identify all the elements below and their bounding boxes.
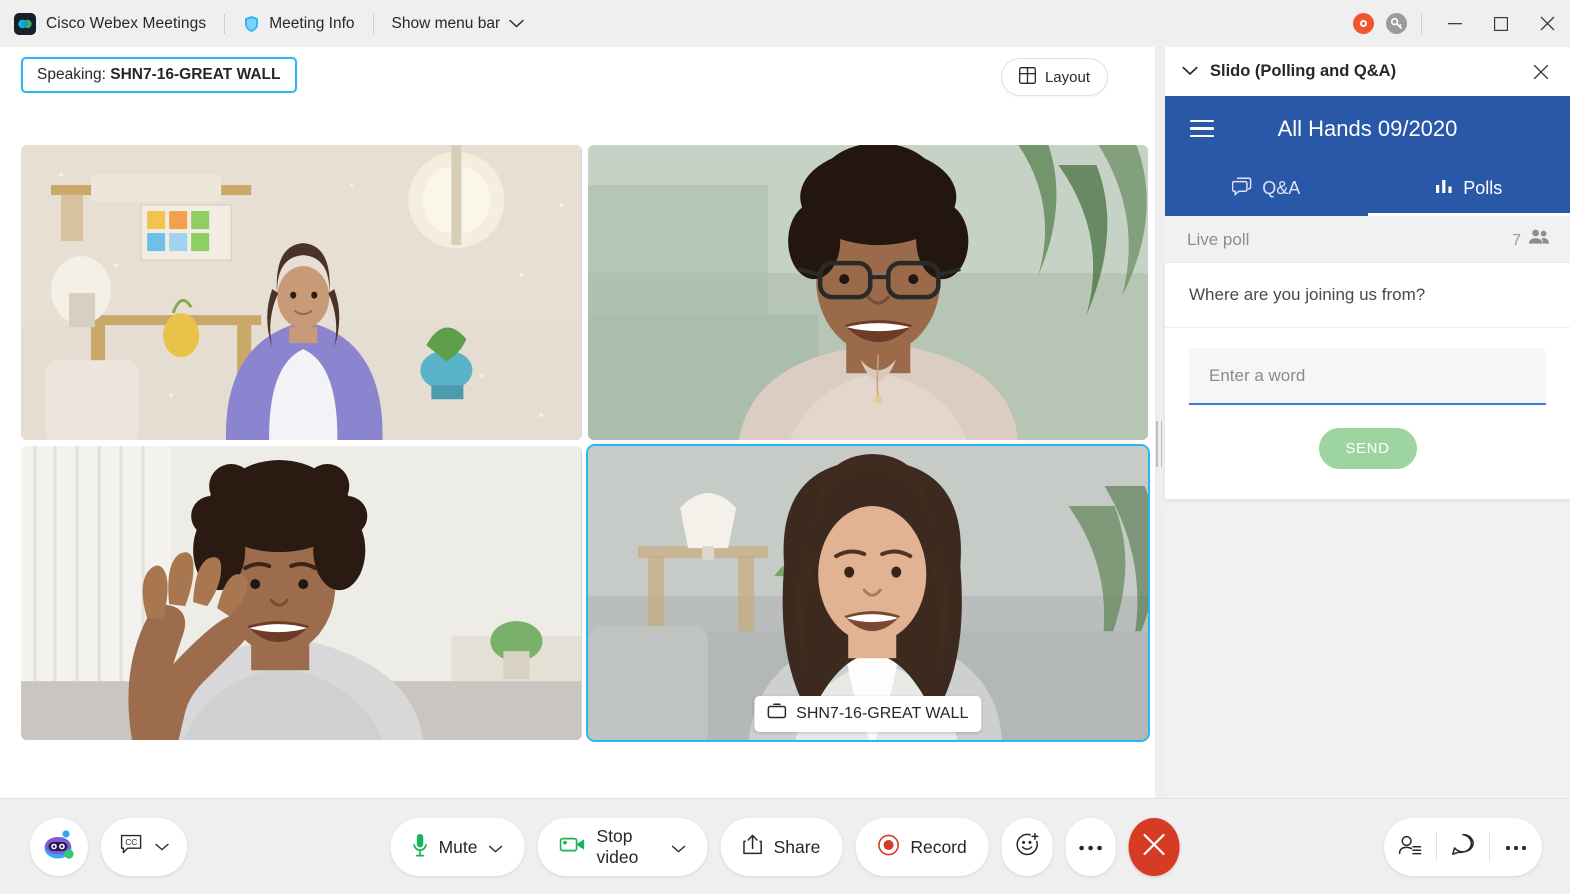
slido-event-bar: All Hands 09/2020 bbox=[1165, 96, 1570, 161]
more-horizontal-icon bbox=[1505, 838, 1527, 856]
slido-panel-header: Slido (Polling and Q&A) bbox=[1165, 47, 1570, 96]
live-poll-row: Live poll 7 bbox=[1165, 216, 1570, 263]
mute-button[interactable]: Mute bbox=[390, 818, 525, 876]
slido-event-title: All Hands 09/2020 bbox=[1277, 115, 1458, 141]
share-button[interactable]: Share bbox=[720, 818, 843, 876]
show-menu-bar-button[interactable]: Show menu bar bbox=[392, 15, 525, 33]
panel-toggle-group bbox=[1384, 818, 1542, 876]
meeting-controls-toolbar: CC Mute Stop video Share Record bbox=[0, 798, 1570, 894]
slido-branded-bar: All Hands 09/2020 Q&A Polls bbox=[1165, 96, 1570, 216]
maximize-button[interactable] bbox=[1478, 0, 1524, 47]
record-circle-icon bbox=[877, 834, 899, 861]
closed-captions-button[interactable]: CC bbox=[101, 818, 187, 876]
chevron-down-icon bbox=[509, 19, 524, 28]
stop-video-button[interactable]: Stop video bbox=[537, 818, 708, 876]
participants-icon bbox=[1398, 834, 1422, 861]
end-call-button[interactable] bbox=[1128, 818, 1180, 876]
meeting-info-button[interactable]: Meeting Info bbox=[243, 14, 355, 33]
reactions-button[interactable] bbox=[1001, 818, 1053, 876]
chat-bubble-icon bbox=[1451, 833, 1475, 861]
record-button-label: Record bbox=[910, 836, 967, 857]
tab-qa[interactable]: Q&A bbox=[1165, 161, 1368, 216]
title-divider-1 bbox=[224, 13, 226, 34]
poll-bars-icon bbox=[1435, 178, 1453, 200]
webex-meeting-window: Cisco Webex Meetings Meeting Info Show m… bbox=[0, 0, 1570, 894]
toolbar-left-group: CC bbox=[30, 818, 187, 876]
webex-logo-icon bbox=[14, 12, 36, 35]
share-button-label: Share bbox=[773, 836, 821, 857]
microphone-icon bbox=[413, 833, 428, 862]
stop-video-button-label: Stop video bbox=[596, 826, 639, 867]
mute-button-label: Mute bbox=[438, 836, 478, 857]
toolbar-center-group: Mute Stop video Share Record bbox=[390, 818, 1180, 876]
poll-send-button[interactable]: SEND bbox=[1318, 428, 1417, 469]
meeting-info-label: Meeting Info bbox=[269, 14, 355, 32]
more-options-button[interactable] bbox=[1065, 818, 1116, 876]
minimize-button[interactable] bbox=[1432, 0, 1478, 47]
close-icon[interactable] bbox=[1528, 59, 1554, 85]
record-button[interactable]: Record bbox=[855, 818, 989, 876]
title-divider-3 bbox=[1421, 13, 1422, 34]
slido-panel: Slido (Polling and Q&A) All Hands 09/202… bbox=[1165, 47, 1570, 798]
record-indicator-icon[interactable] bbox=[1353, 13, 1374, 34]
app-title: Cisco Webex Meetings bbox=[46, 14, 207, 32]
chevron-down-icon[interactable] bbox=[671, 837, 686, 858]
poll-card: Where are you joining us from? SEND bbox=[1165, 263, 1570, 499]
title-bar: Cisco Webex Meetings Meeting Info Show m… bbox=[0, 0, 1570, 47]
poll-answer-area: SEND bbox=[1165, 328, 1570, 499]
participant-count-group: 7 bbox=[1512, 229, 1550, 250]
more-horizontal-icon bbox=[1079, 838, 1103, 856]
toolbar-right-group bbox=[1384, 818, 1542, 876]
chevron-down-icon[interactable] bbox=[488, 837, 503, 858]
close-button[interactable] bbox=[1524, 0, 1570, 47]
title-bar-right bbox=[1353, 0, 1570, 47]
smiley-plus-icon bbox=[1015, 832, 1040, 862]
chevron-down-icon bbox=[154, 838, 169, 856]
chevron-down-icon[interactable] bbox=[1182, 63, 1198, 81]
hamburger-menu-icon[interactable] bbox=[1190, 119, 1214, 138]
qa-bubble-icon bbox=[1231, 176, 1252, 201]
participants-button[interactable] bbox=[1384, 818, 1436, 876]
side-panel-region: Slido (Polling and Q&A) All Hands 09/202… bbox=[0, 47, 1570, 894]
chat-button[interactable] bbox=[1437, 818, 1489, 876]
title-bar-left: Cisco Webex Meetings Meeting Info Show m… bbox=[0, 0, 524, 47]
tab-polls-label: Polls bbox=[1463, 178, 1503, 198]
poll-question: Where are you joining us from? bbox=[1165, 263, 1570, 328]
poll-word-input[interactable] bbox=[1189, 348, 1546, 405]
slido-panel-title: Slido (Polling and Q&A) bbox=[1210, 62, 1397, 80]
tab-polls[interactable]: Polls bbox=[1367, 161, 1570, 216]
camera-icon bbox=[559, 835, 585, 859]
share-upload-icon bbox=[743, 834, 763, 860]
assistant-button[interactable] bbox=[30, 818, 88, 876]
end-call-x-icon bbox=[1143, 833, 1166, 861]
shield-icon bbox=[243, 15, 260, 33]
more-panels-button[interactable] bbox=[1490, 818, 1542, 876]
svg-text:CC: CC bbox=[125, 837, 137, 847]
closed-captions-icon: CC bbox=[120, 834, 143, 860]
key-icon[interactable] bbox=[1386, 13, 1407, 34]
tab-qa-label: Q&A bbox=[1262, 178, 1301, 198]
live-poll-label: Live poll bbox=[1187, 229, 1250, 249]
assistant-robot-icon bbox=[41, 829, 77, 866]
title-divider-2 bbox=[372, 13, 374, 34]
people-icon bbox=[1528, 229, 1550, 250]
participant-count: 7 bbox=[1512, 232, 1521, 249]
slido-tabs: Q&A Polls bbox=[1165, 161, 1570, 216]
show-menu-bar-label: Show menu bar bbox=[391, 14, 501, 32]
